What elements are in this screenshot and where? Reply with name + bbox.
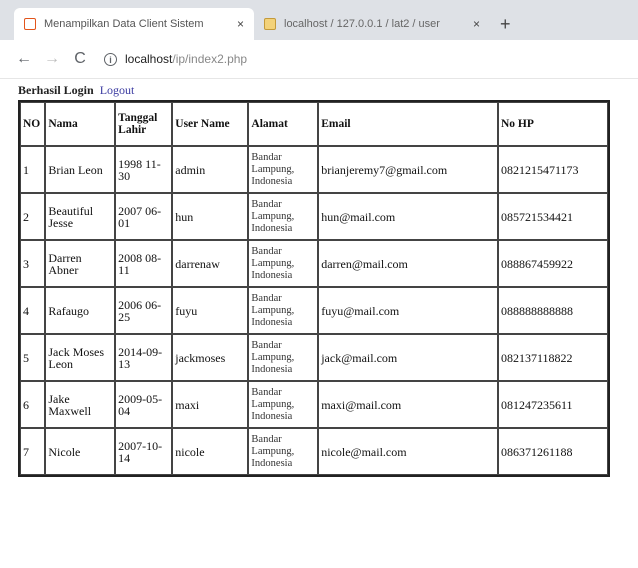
cell-alamat: Bandar Lampung, Indonesia: [248, 381, 319, 428]
cell-alamat: Bandar Lampung, Indonesia: [248, 193, 319, 240]
cell-tanggal-lahir: 2006 06-25: [115, 287, 173, 334]
forward-button[interactable]: →: [40, 50, 64, 68]
cell-no: 7: [20, 428, 46, 475]
login-text: Berhasil Login: [18, 83, 94, 97]
logout-link[interactable]: Logout: [100, 83, 135, 97]
info-icon[interactable]: i: [104, 52, 117, 66]
cell-user-name: maxi: [172, 381, 249, 428]
tab-title: Menampilkan Data Client Sistem: [44, 18, 204, 30]
phpmyadmin-favicon-icon: [264, 18, 276, 30]
cell-user-name: hun: [172, 193, 249, 240]
page-favicon-icon: [24, 18, 36, 30]
header-alamat: Alamat: [248, 102, 319, 146]
back-button[interactable]: ←: [12, 50, 36, 68]
cell-tanggal-lahir: 2014-09-13: [115, 334, 173, 381]
header-nama: Nama: [45, 102, 116, 146]
url-host: localhost: [125, 52, 173, 66]
cell-email: maxi@mail.com: [318, 381, 498, 428]
header-no-hp: No HP: [497, 102, 608, 146]
cell-user-name: fuyu: [172, 287, 249, 334]
cell-user-name: admin: [172, 146, 249, 193]
cell-email: hun@mail.com: [318, 193, 498, 240]
cell-tanggal-lahir: 1998 11-30: [115, 146, 173, 193]
browser-tab-bar: Menampilkan Data Client Sistem × localho…: [0, 0, 638, 40]
tab-title: localhost / 127.0.0.1 / lat2 / user: [284, 18, 440, 30]
cell-nama: Jake Maxwell: [45, 381, 116, 428]
cell-email: fuyu@mail.com: [318, 287, 498, 334]
cell-no-hp: 086371261188: [497, 428, 608, 475]
cell-no-hp: 0821215471173: [497, 146, 608, 193]
cell-no: 1: [20, 146, 46, 193]
cell-user-name: jackmoses: [172, 334, 249, 381]
cell-user-name: nicole: [172, 428, 249, 475]
cell-nama: Darren Abner: [45, 240, 116, 287]
header-user-name: User Name: [172, 102, 249, 146]
header-email: Email: [318, 102, 498, 146]
cell-alamat: Bandar Lampung, Indonesia: [248, 334, 319, 381]
cell-no-hp: 081247235611: [497, 381, 608, 428]
close-tab-icon[interactable]: ×: [473, 17, 480, 31]
page-content: Berhasil Login Logout NO Nama Tanggal La…: [0, 79, 638, 477]
address-bar[interactable]: i localhost/ip/index2.php: [104, 52, 247, 66]
cell-email: darren@mail.com: [318, 240, 498, 287]
cell-no: 2: [20, 193, 46, 240]
header-no: NO: [20, 102, 46, 146]
login-status: Berhasil Login Logout: [18, 83, 638, 98]
cell-user-name: darrenaw: [172, 240, 249, 287]
cell-email: brianjeremy7@gmail.com: [318, 146, 498, 193]
cell-no-hp: 085721534421: [497, 193, 608, 240]
cell-tanggal-lahir: 2007 06-01: [115, 193, 173, 240]
table-row: 3 Darren Abner 2008 08-11 darrenaw Banda…: [20, 240, 608, 287]
cell-alamat: Bandar Lampung, Indonesia: [248, 287, 319, 334]
url-path: /ip/index2.php: [172, 52, 248, 66]
cell-email: jack@mail.com: [318, 334, 498, 381]
cell-nama: Rafaugo: [45, 287, 116, 334]
cell-email: nicole@mail.com: [318, 428, 498, 475]
browser-toolbar: ← → C i localhost/ip/index2.php: [0, 40, 638, 79]
cell-no-hp: 088867459922: [497, 240, 608, 287]
cell-tanggal-lahir: 2008 08-11: [115, 240, 173, 287]
cell-no-hp: 088888888888: [497, 287, 608, 334]
cell-alamat: Bandar Lampung, Indonesia: [248, 428, 319, 475]
cell-no-hp: 082137118822: [497, 334, 608, 381]
table-row: 2 Beautiful Jesse 2007 06-01 hun Bandar …: [20, 193, 608, 240]
cell-tanggal-lahir: 2009-05-04: [115, 381, 173, 428]
table-row: 6 Jake Maxwell 2009-05-04 maxi Bandar La…: [20, 381, 608, 428]
tab-active[interactable]: Menampilkan Data Client Sistem ×: [14, 8, 254, 40]
cell-alamat: Bandar Lampung, Indonesia: [248, 146, 319, 193]
table-row: 5 Jack Moses Leon 2014-09-13 jackmoses B…: [20, 334, 608, 381]
cell-no: 3: [20, 240, 46, 287]
new-tab-button[interactable]: +: [490, 8, 521, 40]
cell-no: 6: [20, 381, 46, 428]
tab-phpmyadmin[interactable]: localhost / 127.0.0.1 / lat2 / user ×: [254, 8, 490, 40]
header-tanggal-lahir: Tanggal Lahir: [115, 102, 173, 146]
table-header-row: NO Nama Tanggal Lahir User Name Alamat E…: [20, 102, 608, 146]
cell-no: 4: [20, 287, 46, 334]
table-row: 1 Brian Leon 1998 11-30 admin Bandar Lam…: [20, 146, 608, 193]
close-tab-icon[interactable]: ×: [237, 17, 244, 31]
cell-nama: Beautiful Jesse: [45, 193, 116, 240]
table-row: 7 Nicole 2007-10-14 nicole Bandar Lampun…: [20, 428, 608, 475]
cell-no: 5: [20, 334, 46, 381]
cell-nama: Jack Moses Leon: [45, 334, 116, 381]
table-row: 4 Rafaugo 2006 06-25 fuyu Bandar Lampung…: [20, 287, 608, 334]
reload-button[interactable]: C: [68, 50, 92, 68]
cell-alamat: Bandar Lampung, Indonesia: [248, 240, 319, 287]
users-table: NO Nama Tanggal Lahir User Name Alamat E…: [18, 100, 610, 477]
cell-nama: Nicole: [45, 428, 116, 475]
cell-nama: Brian Leon: [45, 146, 116, 193]
cell-tanggal-lahir: 2007-10-14: [115, 428, 173, 475]
